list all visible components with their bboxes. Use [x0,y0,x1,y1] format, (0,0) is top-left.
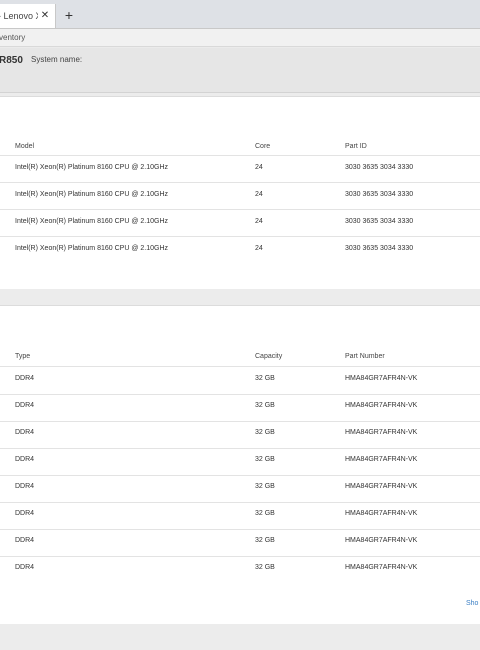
memory-part-number-cell: HMA84GR7AFR4N-VK [345,483,418,490]
cpu-part-id-cell: 3030 3635 3034 3330 [345,191,414,198]
column-header-type[interactable]: Type [15,353,30,360]
memory-type-cell: DDR4 [15,429,35,436]
memory-part-number-cell: HMA84GR7AFR4N-VK [345,429,418,436]
memory-part-number-cell: HMA84GR7AFR4N-VK [345,564,418,571]
section-gap [0,289,480,305]
cpu-model-cell: Intel(R) Xeon(R) Platinum 8160 CPU @ 2.1… [15,164,168,171]
memory-panel: Type Capacity Part Number DDR4 32 GB HMA… [0,305,480,625]
cpu-core-cell: 24 [255,191,263,198]
cpu-part-id-cell: 3030 3635 3034 3330 [345,218,414,225]
memory-type-cell: DDR4 [15,564,35,571]
memory-capacity-cell: 32 GB [255,456,275,463]
browser-tab[interactable]: - Lenovo X ✕ [0,4,56,28]
row-divider [0,236,480,237]
row-divider [0,209,480,210]
system-model: R850 [0,55,23,66]
row-divider [0,182,480,183]
breadcrumb: ventory [0,29,480,47]
memory-type-cell: DDR4 [15,402,35,409]
column-header-part-number[interactable]: Part Number [345,353,385,360]
cpu-core-cell: 24 [255,164,263,171]
column-header-core[interactable]: Core [255,143,270,150]
memory-type-cell: DDR4 [15,375,35,382]
system-name-label: System name: [31,55,83,64]
memory-part-number-cell: HMA84GR7AFR4N-VK [345,456,418,463]
cpu-core-cell: 24 [255,245,263,252]
memory-type-cell: DDR4 [15,483,35,490]
breadcrumb-item-inventory[interactable]: ventory [0,29,25,46]
memory-capacity-cell: 32 GB [255,564,275,571]
cpu-part-id-cell: 3030 3635 3034 3330 [345,164,414,171]
processors-panel: Model Core Part ID Intel(R) Xeon(R) Plat… [0,96,480,290]
column-header-model[interactable]: Model [15,143,34,150]
row-divider [0,155,480,156]
tab-title: - Lenovo X [0,11,38,21]
close-tab-icon[interactable]: ✕ [40,4,50,28]
row-divider [0,502,480,503]
cpu-core-cell: 24 [255,218,263,225]
row-divider [0,556,480,557]
memory-capacity-cell: 32 GB [255,510,275,517]
row-divider [0,448,480,449]
row-divider [0,394,480,395]
cpu-model-cell: Intel(R) Xeon(R) Platinum 8160 CPU @ 2.1… [15,218,168,225]
browser-tab-strip: - Lenovo X ✕ + [0,0,480,29]
memory-capacity-cell: 32 GB [255,537,275,544]
memory-capacity-cell: 32 GB [255,483,275,490]
memory-capacity-cell: 32 GB [255,429,275,436]
section-gap [0,624,480,650]
cpu-part-id-cell: 3030 3635 3034 3330 [345,245,414,252]
row-divider [0,421,480,422]
row-divider [0,366,480,367]
column-header-capacity[interactable]: Capacity [255,353,282,360]
memory-part-number-cell: HMA84GR7AFR4N-VK [345,537,418,544]
system-header: R850 System name: [0,48,480,93]
new-tab-button[interactable]: + [62,4,76,26]
memory-type-cell: DDR4 [15,537,35,544]
memory-capacity-cell: 32 GB [255,402,275,409]
row-divider [0,475,480,476]
memory-type-cell: DDR4 [15,510,35,517]
show-more-link[interactable]: Sho [466,600,478,607]
memory-capacity-cell: 32 GB [255,375,275,382]
row-divider [0,529,480,530]
memory-part-number-cell: HMA84GR7AFR4N-VK [345,510,418,517]
cpu-model-cell: Intel(R) Xeon(R) Platinum 8160 CPU @ 2.1… [15,245,168,252]
memory-type-cell: DDR4 [15,456,35,463]
memory-part-number-cell: HMA84GR7AFR4N-VK [345,375,418,382]
memory-part-number-cell: HMA84GR7AFR4N-VK [345,402,418,409]
column-header-part-id[interactable]: Part ID [345,143,367,150]
cpu-model-cell: Intel(R) Xeon(R) Platinum 8160 CPU @ 2.1… [15,191,168,198]
